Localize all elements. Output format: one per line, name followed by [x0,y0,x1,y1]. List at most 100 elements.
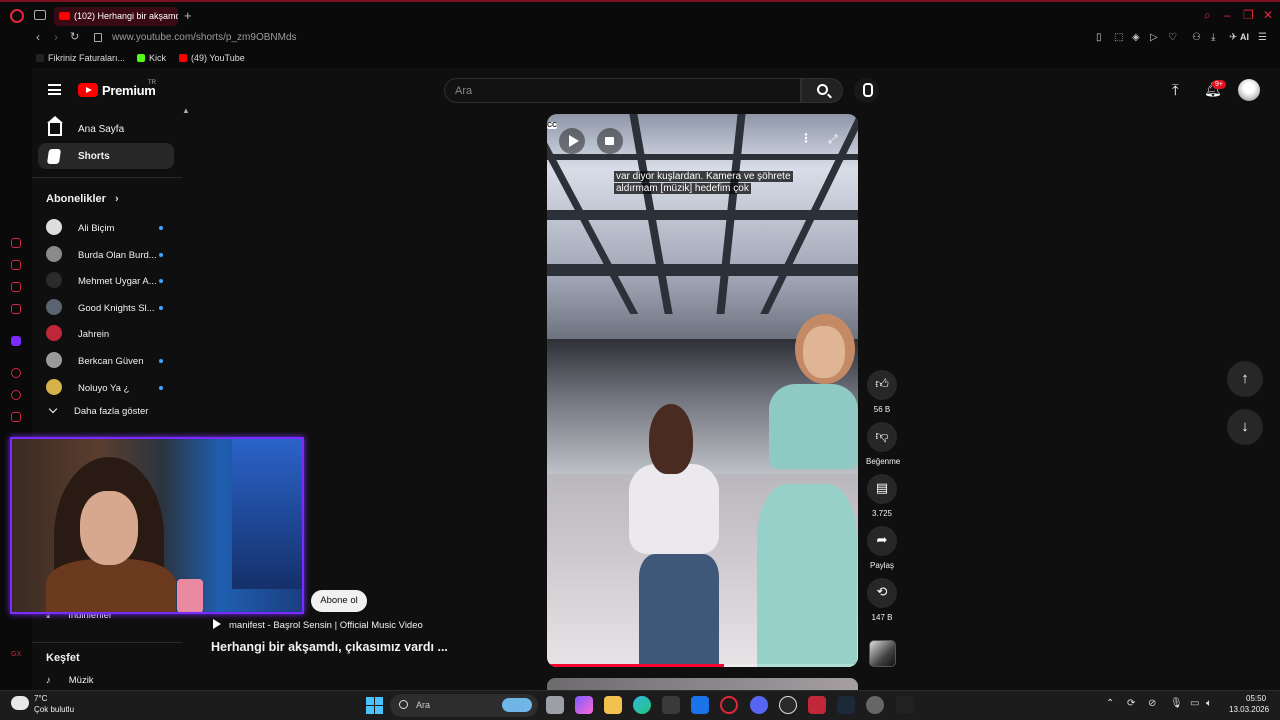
dislike-button[interactable]: 👎︎ [867,422,897,452]
play-icon[interactable] [559,128,585,154]
clock-date[interactable]: 13.03.2026 [1229,705,1269,714]
player-sidebar-icon[interactable] [11,368,21,378]
app-icon[interactable] [779,696,797,714]
close-icon[interactable]: ✕ [1263,8,1273,22]
file-explorer-icon[interactable] [604,696,622,714]
store-icon[interactable] [662,696,680,714]
task-view-icon[interactable] [546,696,564,714]
bookmark-icon[interactable]: ▯ [1096,32,1102,43]
player-icon[interactable]: ▷ [1150,32,1158,43]
steam-icon[interactable] [837,696,855,714]
volume-icon[interactable] [597,128,623,154]
bookmark-kick[interactable]: Kick [137,53,166,63]
telegram-icon[interactable] [11,260,21,270]
share-button[interactable]: ➦ [867,526,897,556]
instagram-icon[interactable] [11,304,21,314]
subscription-item[interactable]: Jahrein [46,325,166,343]
share-action[interactable]: ➦ Paylaş [866,526,898,570]
like-action[interactable]: 👍︎ 56 B [866,370,898,414]
hamburger-menu-icon[interactable] [48,84,61,95]
shorts-video-player[interactable]: var diyor kuşlardan. Kamera ve şöhrete a… [547,114,858,667]
minimize-icon[interactable]: – [1224,8,1231,22]
back-icon[interactable]: ‹ [36,30,40,44]
remix-action[interactable]: ⟲ 147 B [866,578,898,622]
short-title[interactable]: Herhangi bir akşamdı, çıkasımız vardı ..… [211,640,448,654]
search-input[interactable]: Ara [444,78,801,103]
maximize-icon[interactable]: ❐ [1243,8,1254,22]
youtube-logo-icon[interactable] [78,83,98,97]
search-tabs-icon[interactable]: ⌕ [1204,8,1211,23]
aria-icon[interactable]: ✈ [1229,32,1237,43]
subscription-item[interactable]: Noluyo Ya ¿ [46,379,166,397]
subscription-item[interactable]: Ali Biçim [46,219,166,237]
subscription-item[interactable]: Berkcan Güven [46,352,166,370]
bookmark-youtube[interactable]: (49) YouTube [179,53,245,63]
voice-search-icon[interactable] [854,78,879,103]
clock-time[interactable]: 05:50 [1246,694,1266,703]
subscriptions-header[interactable]: Abonelikler › [46,193,119,205]
app-dark-icon[interactable] [896,696,914,714]
outlook-icon[interactable] [691,696,709,714]
ai-button[interactable]: AI [1240,32,1249,42]
temperature[interactable]: 7°C [34,694,47,703]
sound-thumbnail[interactable] [869,640,896,667]
reload-icon[interactable]: ↻ [70,30,79,43]
more-options-icon[interactable]: ⋮ [800,131,812,145]
comments-action[interactable]: ▤ 3.725 [866,474,898,518]
taskbar-search[interactable]: Ara [390,694,538,717]
url-field[interactable]: www.youtube.com/shorts/p_zm9OBNMds [112,32,297,43]
fullscreen-icon[interactable]: ⤢ [828,132,838,147]
bookmark-fikriniz[interactable]: Fikriniz Faturaları... [36,53,125,63]
tray-chevron-icon[interactable]: ⌃ [1106,698,1114,709]
snapshot-icon[interactable]: ⬚ [1114,32,1123,43]
next-short-button[interactable]: ↓ [1227,409,1263,445]
like-button[interactable]: 👍︎ [867,370,897,400]
create-upload-icon[interactable]: ⤒ [1172,82,1179,99]
heart-icon[interactable]: ♡ [1168,32,1177,43]
remix-button[interactable]: ⟲ [867,578,897,608]
pinboard-icon[interactable] [11,412,21,422]
show-more-button[interactable]: Daha fazla göster [46,404,148,417]
windows-start-icon[interactable] [366,697,383,714]
browser-tab-active[interactable]: (102) Herhangi bir akşamdı [54,7,178,26]
weather-cloud-icon[interactable] [11,692,29,710]
account-avatar[interactable] [1238,79,1260,101]
dislike-action[interactable]: 👎︎ Beğenme [866,422,900,466]
speaker-icon[interactable]: 🔈︎ [1206,698,1212,709]
display-icon[interactable]: ▭ [1190,698,1199,709]
gx-icon[interactable]: GX [11,651,21,661]
music-attribution[interactable]: manifest - Başrol Sensin | Official Musi… [213,619,423,631]
sidebar-item-music[interactable]: ♪ Müzik [46,675,94,686]
opera-logo-icon[interactable] [10,9,24,23]
tray-refresh-icon[interactable]: ⟳ [1127,698,1135,709]
search-button[interactable] [801,78,843,103]
scroll-up-icon[interactable]: ▲ [182,106,190,115]
comments-button[interactable]: ▤ [867,474,897,504]
forward-icon[interactable]: › [54,30,58,44]
weather-condition[interactable]: Çok bulutlu [34,705,74,714]
sidebar-item-shorts[interactable]: Shorts [38,143,174,169]
edge-icon[interactable] [633,696,651,714]
tab-menu-icon[interactable] [34,10,46,20]
app-red-icon[interactable] [808,696,826,714]
discord-icon[interactable] [750,696,768,714]
copilot-icon[interactable] [575,696,593,714]
microphone-icon[interactable]: 🎙︎ [1170,698,1183,709]
profile-icon[interactable]: ⚇ [1192,32,1201,43]
subscribe-button[interactable]: Abone ol [311,590,367,612]
subscription-item[interactable]: Burda Olan Burd... [46,246,166,264]
subscription-item[interactable]: Good Knights Sl... [46,299,166,317]
whatsapp-icon[interactable] [11,282,21,292]
progress-bar[interactable] [547,664,858,667]
new-tab-button[interactable]: + [184,8,192,23]
shield-icon[interactable]: ◈ [1132,32,1140,43]
sidebar-item-home[interactable]: Ana Sayfa [38,116,174,142]
history-icon[interactable] [11,390,21,400]
download-icon[interactable]: ⤓ [1211,32,1215,43]
previous-short-button[interactable]: ↑ [1227,361,1263,397]
easy-setup-icon[interactable]: ☰ [1258,32,1267,43]
messenger-icon[interactable] [11,238,21,248]
subscription-item[interactable]: Mehmet Uygar A... [46,272,166,290]
twitch-icon[interactable] [11,336,21,346]
tray-muted-icon[interactable]: ⊘ [1148,698,1156,709]
